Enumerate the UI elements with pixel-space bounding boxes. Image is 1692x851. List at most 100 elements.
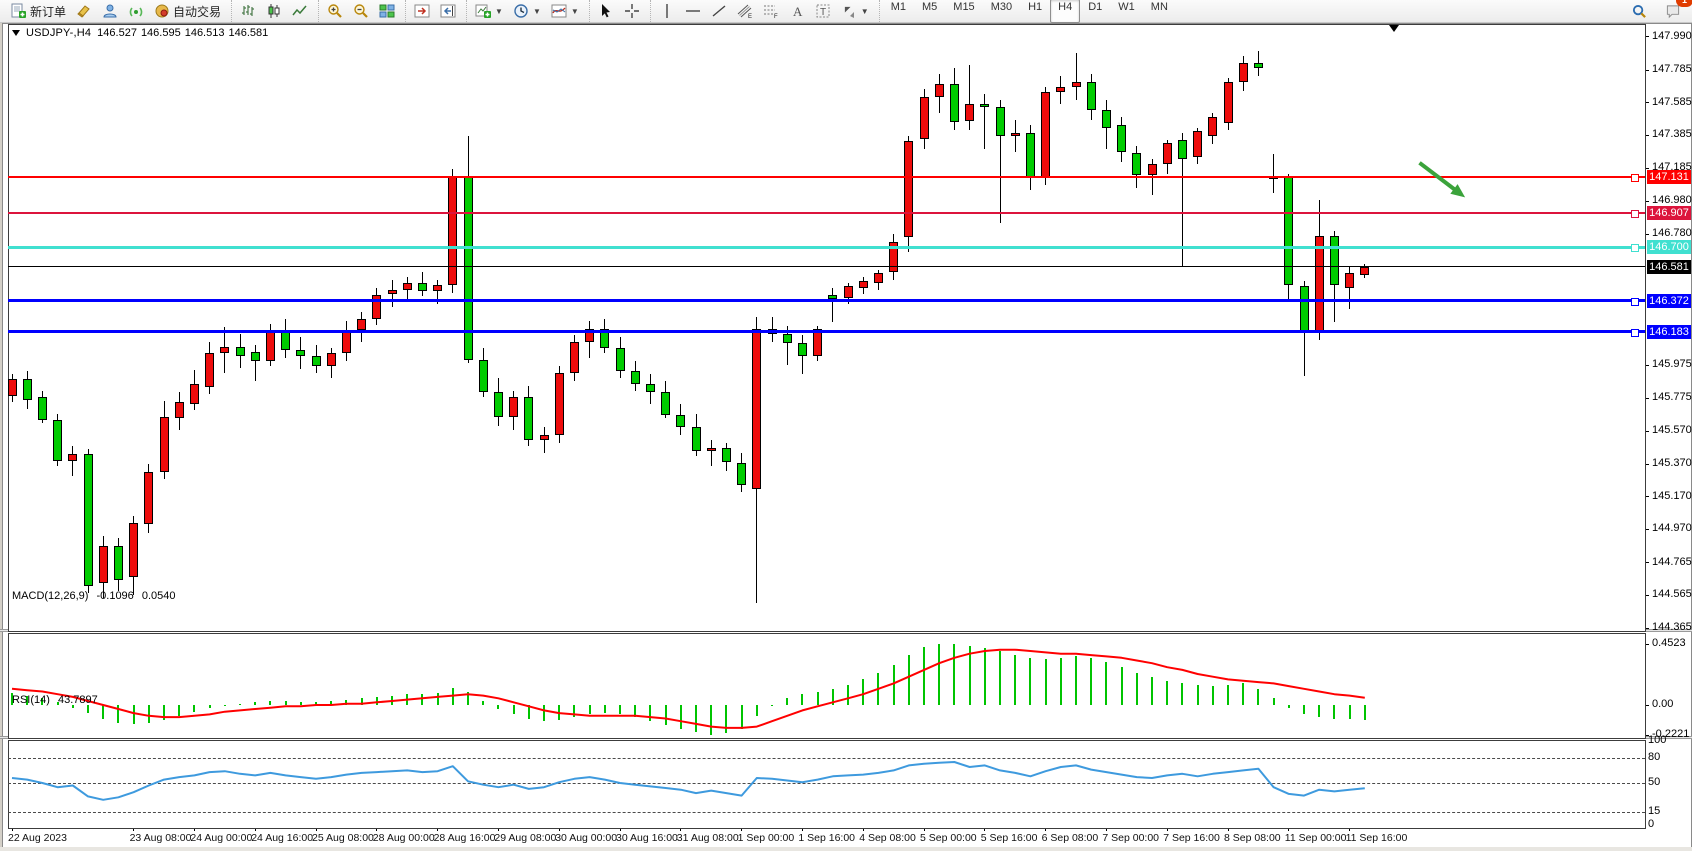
chart-shift-button[interactable] <box>435 0 461 23</box>
macd-histogram-bar <box>330 701 332 705</box>
current-price-line[interactable] <box>8 266 1645 267</box>
rsi-level-line <box>8 758 1645 759</box>
signals-button[interactable] <box>123 0 149 23</box>
search-icon <box>1632 4 1647 19</box>
macd-histogram-bar <box>1257 689 1259 705</box>
crosshair-button[interactable] <box>619 0 645 23</box>
vertical-line-button[interactable] <box>654 0 680 23</box>
periods-button[interactable]: ▼ <box>508 0 546 23</box>
timeframe-w1-button[interactable]: W1 <box>1110 0 1143 23</box>
templates-button[interactable]: ▼ <box>546 0 584 23</box>
macd-histogram-bar <box>102 705 104 719</box>
macd-histogram-bar <box>437 693 439 705</box>
horizontal-line-icon <box>685 3 701 19</box>
auto-trading-button[interactable]: 自动交易 <box>149 0 226 23</box>
text-button[interactable]: A <box>784 0 810 23</box>
rsi-panel[interactable] <box>8 740 1646 829</box>
pivot-line-146700[interactable] <box>8 246 1645 249</box>
date-axis-label: 5 Sep 16:00 <box>981 832 1038 844</box>
tile-windows-button[interactable] <box>374 0 400 23</box>
macd-histogram-bar <box>771 705 773 706</box>
macd-histogram-bar <box>239 704 241 705</box>
timeframe-m1-button[interactable]: M1 <box>883 0 914 23</box>
pivot-line-146700-handle[interactable] <box>1631 244 1639 252</box>
main-chart-panel[interactable] <box>8 24 1646 632</box>
search-button[interactable] <box>1627 0 1652 23</box>
date-axis-label: 7 Sep 00:00 <box>1102 832 1159 844</box>
support-line-146183[interactable] <box>8 330 1645 333</box>
candle-up <box>1148 164 1157 175</box>
timeframe-h4-button[interactable]: H4 <box>1050 0 1080 23</box>
candle-up <box>372 295 381 320</box>
support-line-146183-handle[interactable] <box>1631 329 1639 337</box>
macd-histogram-bar <box>817 692 819 706</box>
candle-up <box>540 435 549 440</box>
styles-button[interactable] <box>71 0 97 23</box>
candle-down <box>296 350 305 357</box>
toolbar-group <box>405 0 464 22</box>
line-chart-icon <box>292 3 308 19</box>
bar-chart-button[interactable] <box>235 0 261 23</box>
date-axis-label: 25 Aug 08:00 <box>312 832 374 844</box>
macd-histogram-bar <box>1121 667 1123 705</box>
text-label-button[interactable]: T <box>810 0 836 23</box>
chart-quote-title: USDJPY-,H4 146.527 146.595 146.513 146.5… <box>12 27 268 39</box>
symbol-period-label: USDJPY-,H4 <box>26 27 91 39</box>
candle-up <box>99 546 108 584</box>
timeframe-mn-button[interactable]: MN <box>1143 0 1176 23</box>
fibonacci-button[interactable]: F <box>758 0 784 23</box>
candle-down <box>1330 236 1339 285</box>
date-axis-label: 28 Aug 16:00 <box>434 832 496 844</box>
resistance-line-146907-handle[interactable] <box>1631 210 1639 218</box>
macd-histogram-bar <box>908 655 910 705</box>
auto-scroll-button[interactable] <box>409 0 435 23</box>
candle-up <box>1239 63 1248 83</box>
candle-up <box>874 273 883 283</box>
resistance-line-147131-handle[interactable] <box>1631 174 1639 182</box>
macd-histogram-bar <box>361 698 363 705</box>
support-line-146372-handle[interactable] <box>1631 298 1639 306</box>
equidistant-channel-button[interactable]: E <box>732 0 758 23</box>
new-order-button[interactable]: 新订单 <box>5 0 71 23</box>
timeframe-m30-button[interactable]: M30 <box>983 0 1020 23</box>
price-axis-label: 147.585 <box>1652 96 1692 108</box>
candle-up <box>266 330 275 361</box>
trendline-button[interactable] <box>706 0 732 23</box>
dropdown-arrow-icon[interactable]: ▼ <box>571 7 579 16</box>
candle-up <box>570 342 579 373</box>
candle-up <box>859 281 868 288</box>
chart-shift-marker[interactable] <box>1389 25 1399 32</box>
resistance-line-146907[interactable] <box>8 212 1645 214</box>
rsi-panel-label: RSI(14) 43.7897 <box>12 694 98 706</box>
dropdown-arrow-icon[interactable]: ▼ <box>495 7 503 16</box>
candle-down <box>783 334 792 344</box>
crosshair-icon <box>624 3 640 19</box>
symbol-dropdown-icon[interactable] <box>12 30 20 36</box>
date-axis-label: 8 Sep 08:00 <box>1224 832 1281 844</box>
horizontal-line-button[interactable] <box>680 0 706 23</box>
zoom-in-button[interactable] <box>322 0 348 23</box>
timeframe-m5-button[interactable]: M5 <box>914 0 945 23</box>
macd-histogram-bar <box>148 705 150 723</box>
dropdown-arrow-icon[interactable]: ▼ <box>533 7 541 16</box>
zoom-out-icon <box>353 3 369 19</box>
dropdown-arrow-icon[interactable]: ▼ <box>861 7 869 16</box>
macd-histogram-bar <box>285 701 287 705</box>
arrows-button[interactable]: ▼ <box>836 0 874 23</box>
chat-button[interactable]: 1 <box>1660 0 1686 23</box>
candle-chart-button[interactable] <box>261 0 287 23</box>
macd-panel[interactable] <box>8 633 1646 739</box>
navigator-button[interactable] <box>97 0 123 23</box>
resistance-line-147131[interactable] <box>8 176 1645 178</box>
timeframe-h1-button[interactable]: H1 <box>1020 0 1050 23</box>
zoom-out-button[interactable] <box>348 0 374 23</box>
support-line-146372[interactable] <box>8 299 1645 302</box>
candle-down <box>23 379 32 400</box>
new-chart-button[interactable]: ▼ <box>470 0 508 23</box>
line-chart-button[interactable] <box>287 0 313 23</box>
timeframe-d1-button[interactable]: D1 <box>1080 0 1110 23</box>
cursor-button[interactable] <box>593 0 619 23</box>
timeframe-m15-button[interactable]: M15 <box>945 0 982 23</box>
macd-histogram-bar <box>1045 659 1047 705</box>
candle-up <box>1041 92 1050 177</box>
